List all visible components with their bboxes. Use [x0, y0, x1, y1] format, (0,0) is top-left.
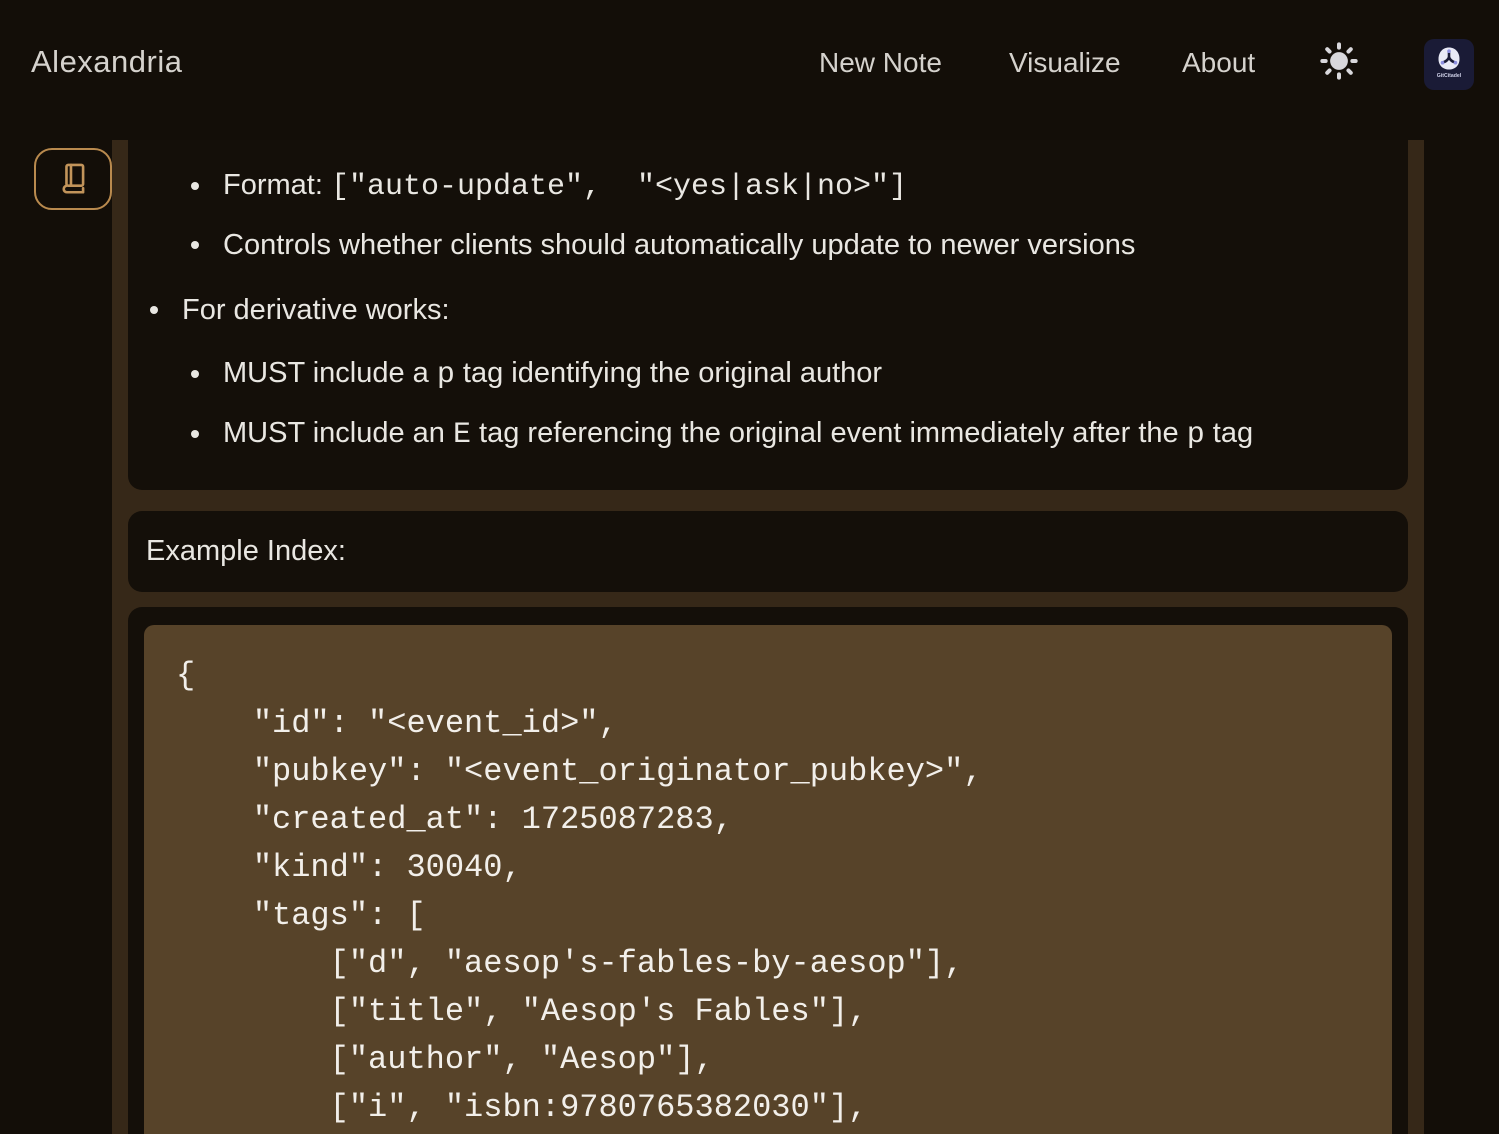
example-heading-card: Example Index: [128, 511, 1408, 592]
list-item: For derivative works: [150, 286, 450, 334]
code-line: ["author", "Aesop"], [176, 1036, 1382, 1084]
list-item: Format: ["auto-update", "<yes|ask|no>"] [191, 162, 907, 210]
bullet-dot [191, 430, 199, 438]
code-line: { [176, 652, 1382, 700]
inline-code: p [437, 358, 455, 392]
list-item: MUST include an E tag referencing the or… [191, 410, 1253, 458]
code-line: "kind": 30040, [176, 844, 1382, 892]
inline-code: E [453, 418, 471, 452]
code-line: "tags": [ [176, 892, 1382, 940]
theme-toggle-button[interactable] [1319, 41, 1359, 81]
sidebar-toggle-button[interactable] [34, 148, 112, 210]
code-line: ["title", "Aesop's Fables"], [176, 988, 1382, 1036]
code-card: { "id": "<event_id>", "pubkey": "<event_… [128, 607, 1408, 1134]
book-icon [54, 159, 92, 200]
list-item: MUST include a p tag identifying the ori… [191, 350, 882, 398]
gitcitadel-hood-icon: GitCitadel [1424, 78, 1474, 93]
json-code-block: { "id": "<event_id>", "pubkey": "<event_… [144, 625, 1392, 1134]
bullet-dot [191, 370, 199, 378]
inline-code: ["auto-update", "<yes|ask|no>"] [331, 170, 907, 204]
code-line: "pubkey": "<event_originator_pubkey>", [176, 748, 1382, 796]
logo-label: GitCitadel [1437, 73, 1462, 79]
content-scroll-area[interactable]: Format: ["auto-update", "<yes|ask|no>"] … [112, 140, 1424, 1134]
code-line: ["i", "isbn:9780765382030"], [176, 1084, 1382, 1132]
sun-icon [1319, 69, 1359, 84]
code-line: "created_at": 1725087283, [176, 796, 1382, 844]
nav-new-note[interactable]: New Note [819, 47, 942, 79]
bullet-dot [191, 241, 199, 249]
spec-card: Format: ["auto-update", "<yes|ask|no>"] … [128, 140, 1408, 490]
inline-code: p [1187, 418, 1205, 452]
app-title: Alexandria [31, 44, 182, 80]
example-heading: Example Index: [128, 511, 1408, 592]
nav-about[interactable]: About [1182, 47, 1255, 79]
bullet-dot [191, 182, 199, 190]
code-line: "id": "<event_id>", [176, 700, 1382, 748]
list-item: Controls whether clients should automati… [191, 221, 1135, 269]
bullet-dot [150, 306, 158, 314]
nav-visualize[interactable]: Visualize [1009, 47, 1121, 79]
gitcitadel-logo[interactable]: GitCitadel [1424, 39, 1474, 90]
code-line: ["d", "aesop's-fables-by-aesop"], [176, 940, 1382, 988]
